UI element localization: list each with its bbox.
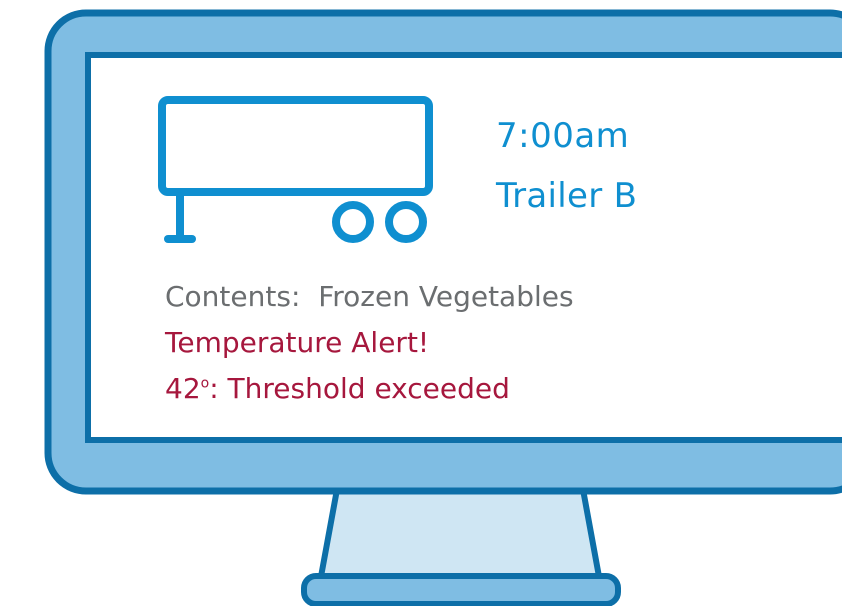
contents-line: Contents: Frozen Vegetables [165, 280, 574, 313]
threshold-message: : Threshold exceeded [209, 372, 510, 405]
temperature-value: 42 [165, 372, 201, 405]
monitor-stand-base [301, 573, 621, 606]
threshold-line: 42o: Threshold exceeded [165, 372, 510, 405]
contents-label: Contents: [165, 280, 301, 313]
temperature-alert: Temperature Alert! [165, 326, 430, 359]
time-label: 7:00am [496, 116, 630, 156]
contents-value: Frozen Vegetables [318, 280, 574, 313]
degree-symbol: o [200, 375, 210, 392]
monitor-stand-neck [317, 481, 603, 585]
trailer-name: Trailer B [496, 176, 638, 216]
monitor-illustration: 7:00am Trailer B Contents: Frozen Vegeta… [0, 0, 842, 606]
